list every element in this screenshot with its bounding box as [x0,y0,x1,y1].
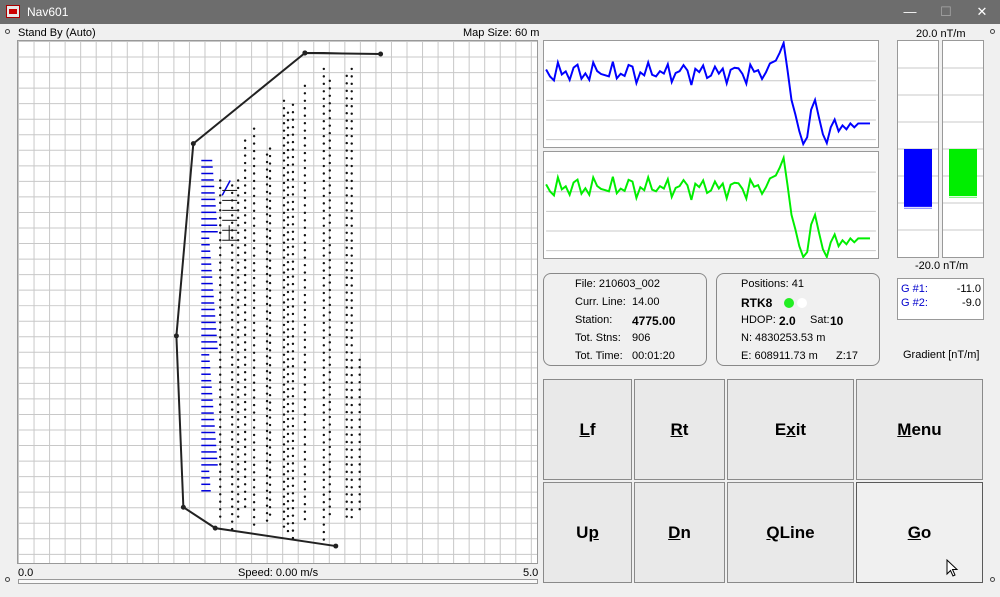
survey-map[interactable] [17,40,538,564]
curr-line-label: Curr. Line: [575,296,626,308]
up-button-label-pre: U [576,522,589,542]
gradient-row-1: G #1: -11.0 [901,283,981,296]
speed-readout: Speed: 0.00 m/s [238,567,319,579]
gradient-label: G #2: [901,297,928,309]
left-button-label: f [589,419,596,439]
down-button-label: n [680,522,691,542]
tot-stns-label: Tot. Stns: [575,332,621,344]
gradient-value: -9.0 [962,297,981,309]
tot-time-label: Tot. Time: [575,350,623,362]
sat-value: 10 [830,314,844,328]
station-label: Station: [575,314,613,326]
up-button[interactable]: Up [543,482,632,583]
up-button-mnemonic: p [588,522,599,542]
left-button-mnemonic: L [579,419,590,439]
app-icon [6,5,20,18]
sensor2-trace [543,151,879,259]
utm-zone: Z:17 [836,350,859,362]
easting: E: 608911.73 m [741,350,818,362]
menu-button[interactable]: Menu [856,379,983,480]
status-text: Stand By (Auto) [18,27,96,39]
gps-info-panel: Positions: 41 RTK8 HDOP: 2.0 Sat: 10 N: … [716,273,880,366]
gradient-bar-1 [897,40,939,258]
down-button[interactable]: Dn [634,482,725,583]
down-button-mnemonic: D [668,522,681,542]
sensor1-trace [543,40,879,148]
close-button[interactable]: ✕ [964,0,1000,24]
maximize-button[interactable]: ☐ [928,0,964,24]
corner-dot-icon [5,577,10,582]
right-button-label: t [682,419,689,439]
gradient-values: G #1: -11.0 G #2: -9.0 [897,278,984,320]
axis-min-label: 0.0 [18,567,34,579]
go-button[interactable]: Go [856,482,983,583]
rtk-float-indicator-icon [797,298,807,308]
gradient-row-2: G #2: -9.0 [901,297,981,310]
exit-button-label-pre: E [774,419,787,439]
gradient-unit-label: Gradient [nT/m] [903,349,980,361]
file-name: File: 210603_002 [575,278,661,290]
exit-button-mnemonic: x [786,419,796,439]
gradient-label: G #1: [901,283,928,295]
rtk-fix-indicator-icon [784,298,794,308]
exit-button-label: it [795,419,807,439]
qline-button-label: Line [779,522,815,542]
file-info-panel: File: 210603_002 Curr. Line: 14.00 Stati… [543,273,707,366]
menu-button-label: enu [911,419,942,439]
go-button-label: o [920,522,932,542]
title-bar: Nav601 — ☐ ✕ [0,0,1000,24]
qline-button[interactable]: Q Line [727,482,854,583]
main-client-area: Stand By (Auto) Map Size: 60 m 0.0 Speed… [0,24,1000,597]
menu-button-mnemonic: M [897,419,912,439]
corner-dot-icon [990,577,995,582]
go-button-mnemonic: G [907,522,921,542]
station-value: 4775.00 [632,314,676,328]
right-button[interactable]: Rt [634,379,725,480]
horizontal-scrollbar[interactable] [18,579,538,584]
map-size-label: Map Size: 60 m [463,27,540,39]
rtk-status: RTK8 [741,296,773,310]
exit-button[interactable]: Ex it [727,379,854,480]
trace-line [545,154,870,258]
curr-line-value: 14.00 [632,296,660,308]
northing: N: 4830253.53 m [741,332,826,344]
survey-stations [219,67,361,541]
map-grid [18,41,537,563]
gradient-value: -11.0 [956,283,981,295]
hdop-value: 2.0 [779,314,796,328]
axis-max-label: 5.0 [523,567,539,579]
tot-stns-value: 906 [632,332,651,344]
right-button-mnemonic: R [670,419,683,439]
minimize-button[interactable]: — [892,0,928,24]
scale-top-label: 20.0 nT/m [916,28,966,40]
gradient-bar-2 [942,40,984,258]
gradient-bar-fill [949,149,977,198]
corner-dot-icon [990,29,995,34]
left-button[interactable]: Lf [543,379,632,480]
qline-button-mnemonic: Q [766,522,780,542]
scale-bottom-label: -20.0 nT/m [915,260,969,272]
corner-dot-icon [5,29,10,34]
mouse-cursor-icon [946,559,959,577]
trace-line [545,41,870,147]
hdop-label: HDOP: [741,314,776,326]
positions-count: Positions: 41 [741,278,804,290]
tot-time-value: 00:01:20 [632,350,675,362]
window-title: Nav601 [27,5,69,19]
sat-label: Sat: [810,314,830,326]
gradient-bar-fill [904,149,932,209]
